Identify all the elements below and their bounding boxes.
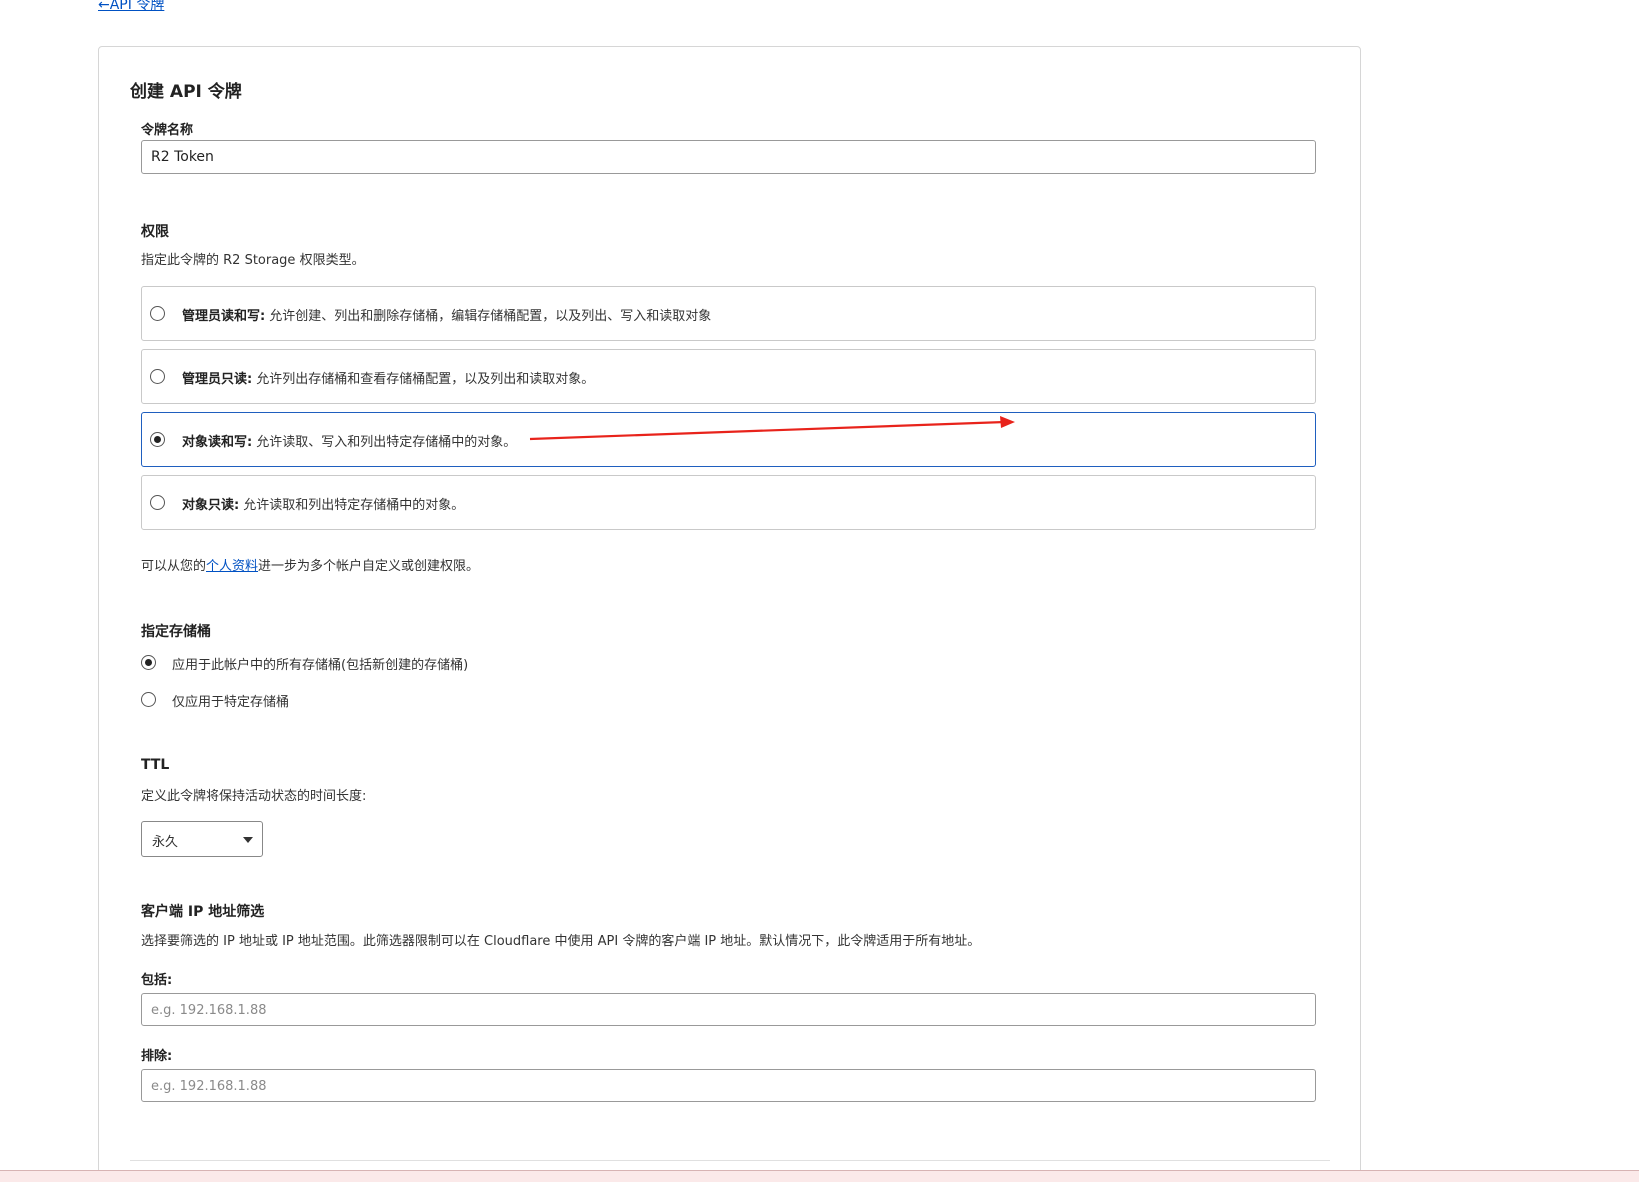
caret-down-icon: [243, 837, 253, 843]
permission-option-object-read-only[interactable]: 对象只读: 允许读取和列出特定存储桶中的对象。: [141, 475, 1316, 530]
section-divider: [130, 1160, 1330, 1161]
radio-icon[interactable]: [150, 495, 165, 510]
exclude-label: 排除:: [141, 1049, 173, 1064]
ttl-title: TTL: [141, 757, 170, 773]
include-label: 包括:: [141, 973, 173, 988]
ttl-description: 定义此令牌将保持活动状态的时间长度:: [141, 789, 367, 804]
ttl-select[interactable]: 永久: [141, 821, 263, 857]
back-to-api-tokens-link[interactable]: ←API 令牌: [98, 0, 164, 14]
bucket-option-label: 仅应用于特定存储桶: [172, 695, 290, 710]
buckets-title: 指定存储桶: [141, 624, 211, 640]
profile-link[interactable]: 个人资料: [206, 559, 258, 574]
page-title: 创建 API 令牌: [130, 82, 242, 102]
permission-option-object-read-write[interactable]: 对象读和写: 允许读取、写入和列出特定存储桶中的对象。: [141, 412, 1316, 467]
permission-option-admin-read-write[interactable]: 管理员读和写: 允许创建、列出和删除存储桶，编辑存储桶配置，以及列出、写入和读取对…: [141, 286, 1316, 341]
create-token-card: 创建 API 令牌 令牌名称 权限 指定此令牌的 R2 Storage 权限类型…: [98, 46, 1361, 1182]
radio-icon[interactable]: [141, 692, 156, 707]
ip-filter-description: 选择要筛选的 IP 地址或 IP 地址范围。此筛选器限制可以在 Cloudfla…: [141, 934, 981, 949]
ip-filter-title: 客户端 IP 地址筛选: [141, 904, 265, 920]
radio-selected-icon[interactable]: [141, 655, 156, 670]
permission-option-text: 对象读和写: 允许读取、写入和列出特定存储桶中的对象。: [182, 435, 517, 450]
bottom-banner: [0, 1170, 1639, 1182]
permissions-title: 权限: [141, 224, 169, 240]
exclude-ip-input[interactable]: [141, 1069, 1316, 1102]
ttl-selected-value: 永久: [152, 835, 179, 850]
token-name-input[interactable]: [141, 140, 1316, 174]
include-ip-input[interactable]: [141, 993, 1316, 1026]
permissions-description: 指定此令牌的 R2 Storage 权限类型。: [141, 253, 365, 268]
permissions-note: 可以从您的个人资料进一步为多个帐户自定义或创建权限。: [141, 559, 480, 574]
permission-option-admin-read-only[interactable]: 管理员只读: 允许列出存储桶和查看存储桶配置，以及列出和读取对象。: [141, 349, 1316, 404]
bucket-option-label: 应用于此帐户中的所有存储桶(包括新创建的存储桶): [172, 658, 469, 673]
radio-icon[interactable]: [150, 306, 165, 321]
permission-option-text: 管理员只读: 允许列出存储桶和查看存储桶配置，以及列出和读取对象。: [182, 372, 595, 387]
radio-icon[interactable]: [150, 369, 165, 384]
radio-selected-icon[interactable]: [150, 432, 165, 447]
page: ←API 令牌 创建 API 令牌 令牌名称 权限 指定此令牌的 R2 Stor…: [0, 0, 1639, 1182]
permission-option-text: 对象只读: 允许读取和列出特定存储桶中的对象。: [182, 498, 465, 513]
permission-option-text: 管理员读和写: 允许创建、列出和删除存储桶，编辑存储桶配置，以及列出、写入和读取对…: [182, 309, 712, 324]
token-name-label: 令牌名称: [141, 123, 194, 138]
